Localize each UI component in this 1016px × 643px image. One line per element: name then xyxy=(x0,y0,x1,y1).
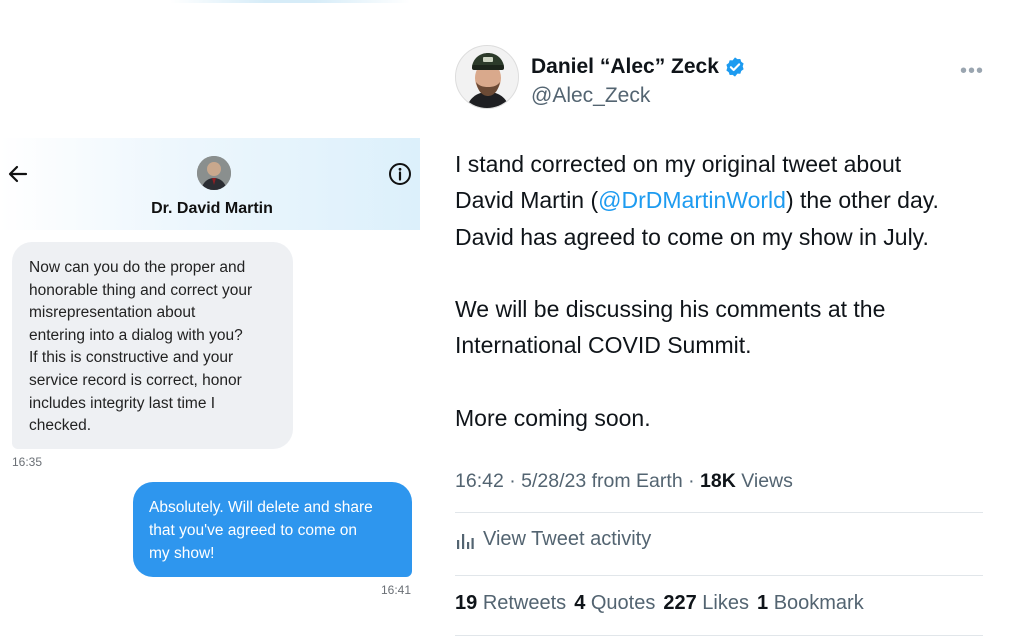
message-line: If this is constructive and your xyxy=(29,349,234,367)
message-line: my show! xyxy=(149,545,215,562)
retweets-stat[interactable]: 19 Retweets xyxy=(455,592,566,614)
contact-avatar[interactable] xyxy=(197,156,231,190)
tweet-source: from Earth xyxy=(586,470,683,492)
message-line: that you've agreed to come on xyxy=(149,522,358,539)
tweet-line: More coming soon. xyxy=(455,405,651,432)
message-line: entering into a dialog with you? xyxy=(29,326,243,344)
author-name-text: Daniel “Alec” Zeck xyxy=(531,55,719,78)
views-label: Views xyxy=(735,470,793,492)
analytics-icon xyxy=(457,533,474,549)
quotes-label: Quotes xyxy=(590,592,656,614)
engagement-stats: 19 Retweets 4 Quotes 227 Likes 1 Bookmark xyxy=(455,592,864,615)
quotes-count: 4 xyxy=(574,592,586,614)
bookmarks-stat[interactable]: 1 Bookmark xyxy=(757,592,864,614)
incoming-message-time: 16:35 xyxy=(12,455,43,469)
more-options-icon[interactable]: ••• xyxy=(960,60,984,83)
tweet-date[interactable]: 5/28/23 xyxy=(521,470,586,492)
outgoing-message-bubble: Absolutely. Will delete and share that y… xyxy=(133,482,412,577)
author-name[interactable]: Daniel “Alec” Zeck xyxy=(531,55,746,79)
arrow-left-icon[interactable] xyxy=(6,162,30,186)
tweet-line: We will be discussing his comments at th… xyxy=(455,296,886,323)
bookmarks-label: Bookmark xyxy=(773,592,864,614)
likes-count: 227 xyxy=(663,592,697,614)
tweet-time[interactable]: 16:42 xyxy=(455,470,504,492)
likes-stat[interactable]: 227 Likes xyxy=(663,592,749,614)
message-line: Now can you do the proper and xyxy=(29,259,246,276)
info-icon[interactable] xyxy=(388,162,412,186)
tweet-text-segment: ) the other day. xyxy=(785,187,939,214)
message-line: misrepresentation about xyxy=(29,304,196,322)
author-avatar-image xyxy=(456,46,518,108)
meta-separator: · xyxy=(682,470,701,492)
tweet-meta: 16:42 · 5/28/23 from Earth · 18K Views xyxy=(455,470,793,493)
verified-badge-icon xyxy=(726,57,744,77)
incoming-message-bubble: Now can you do the proper and honorable … xyxy=(12,242,293,449)
view-tweet-activity-label: View Tweet activity xyxy=(483,528,652,550)
top-fade-strip xyxy=(170,0,410,3)
tweet-line: International COVID Summit. xyxy=(455,332,752,359)
divider xyxy=(455,512,983,513)
message-line: honorable thing and correct your xyxy=(29,281,253,299)
tweet-line: David has agreed to come on my show in J… xyxy=(455,223,929,250)
retweets-label: Retweets xyxy=(482,592,567,614)
retweets-count: 19 xyxy=(455,592,478,614)
message-line: includes integrity last time I xyxy=(29,394,216,412)
bookmarks-count: 1 xyxy=(757,592,769,614)
views-count: 18K xyxy=(700,470,736,492)
message-line: checked. xyxy=(29,417,92,435)
tweet-line: David Martin (@DrDMartinWorld) the other… xyxy=(455,182,995,218)
contact-name: Dr. David Martin xyxy=(151,200,273,217)
author-avatar[interactable] xyxy=(455,45,519,109)
mention-link[interactable]: @DrDMartinWorld xyxy=(598,187,786,213)
message-line: service record is correct, honor xyxy=(29,371,242,389)
meta-separator: · xyxy=(503,470,522,492)
divider xyxy=(455,635,983,636)
dm-conversation: Dr. David Martin Now can you do the prop… xyxy=(0,138,420,643)
contact-avatar-image xyxy=(197,156,231,190)
dm-header: Dr. David Martin xyxy=(0,138,420,230)
divider xyxy=(455,575,983,576)
outgoing-message-time: 16:41 xyxy=(381,583,412,597)
quotes-stat[interactable]: 4 Quotes xyxy=(574,592,655,614)
author-handle[interactable]: @Alec_Zeck xyxy=(531,84,650,108)
tweet-text-segment: David Martin ( xyxy=(455,187,599,214)
message-line: Absolutely. Will delete and share xyxy=(149,499,373,516)
tweet-line: I stand corrected on my original tweet a… xyxy=(455,151,902,177)
tweet-text: I stand corrected on my original tweet a… xyxy=(455,146,995,436)
likes-label: Likes xyxy=(702,592,749,614)
view-tweet-activity-link[interactable]: View Tweet activity xyxy=(455,528,651,551)
